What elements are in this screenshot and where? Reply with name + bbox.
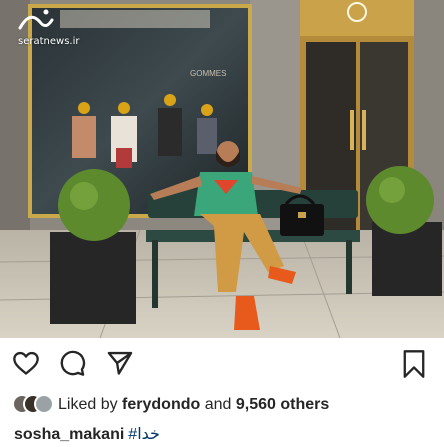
bookmark-icon[interactable] — [400, 349, 428, 379]
share-icon[interactable] — [106, 349, 134, 377]
watermark-logo — [18, 9, 54, 30]
watermark-site: seratnews.ir — [18, 36, 80, 47]
likes-text: Liked by ferydondo and 9,560 others — [58, 396, 329, 414]
liker-avatars[interactable] — [12, 393, 54, 417]
caption-hashtag[interactable]: #خدا — [128, 426, 160, 443]
comment-icon[interactable] — [58, 349, 86, 377]
planter-left — [50, 169, 136, 324]
likes-row: Liked by ferydondo and 9,560 others — [12, 392, 432, 418]
post-caption: sosha_makani #خدا — [14, 424, 434, 444]
likes-count[interactable]: 9,560 others — [236, 396, 329, 413]
avatar — [34, 394, 54, 414]
storefront-scene: GOMMES — [0, 0, 444, 338]
post-actions-bar — [0, 346, 444, 386]
caption-username[interactable]: sosha_makani — [14, 426, 124, 443]
heart-icon[interactable] — [12, 349, 40, 377]
liker-username[interactable]: ferydondo — [122, 396, 200, 413]
storefront-text: GOMMES — [190, 69, 226, 78]
post-photo[interactable]: GOMMES seratnews.ir — [0, 0, 444, 338]
likes-and: and — [204, 396, 232, 413]
planter-right — [366, 166, 442, 296]
likes-prefix: Liked by — [58, 396, 118, 413]
